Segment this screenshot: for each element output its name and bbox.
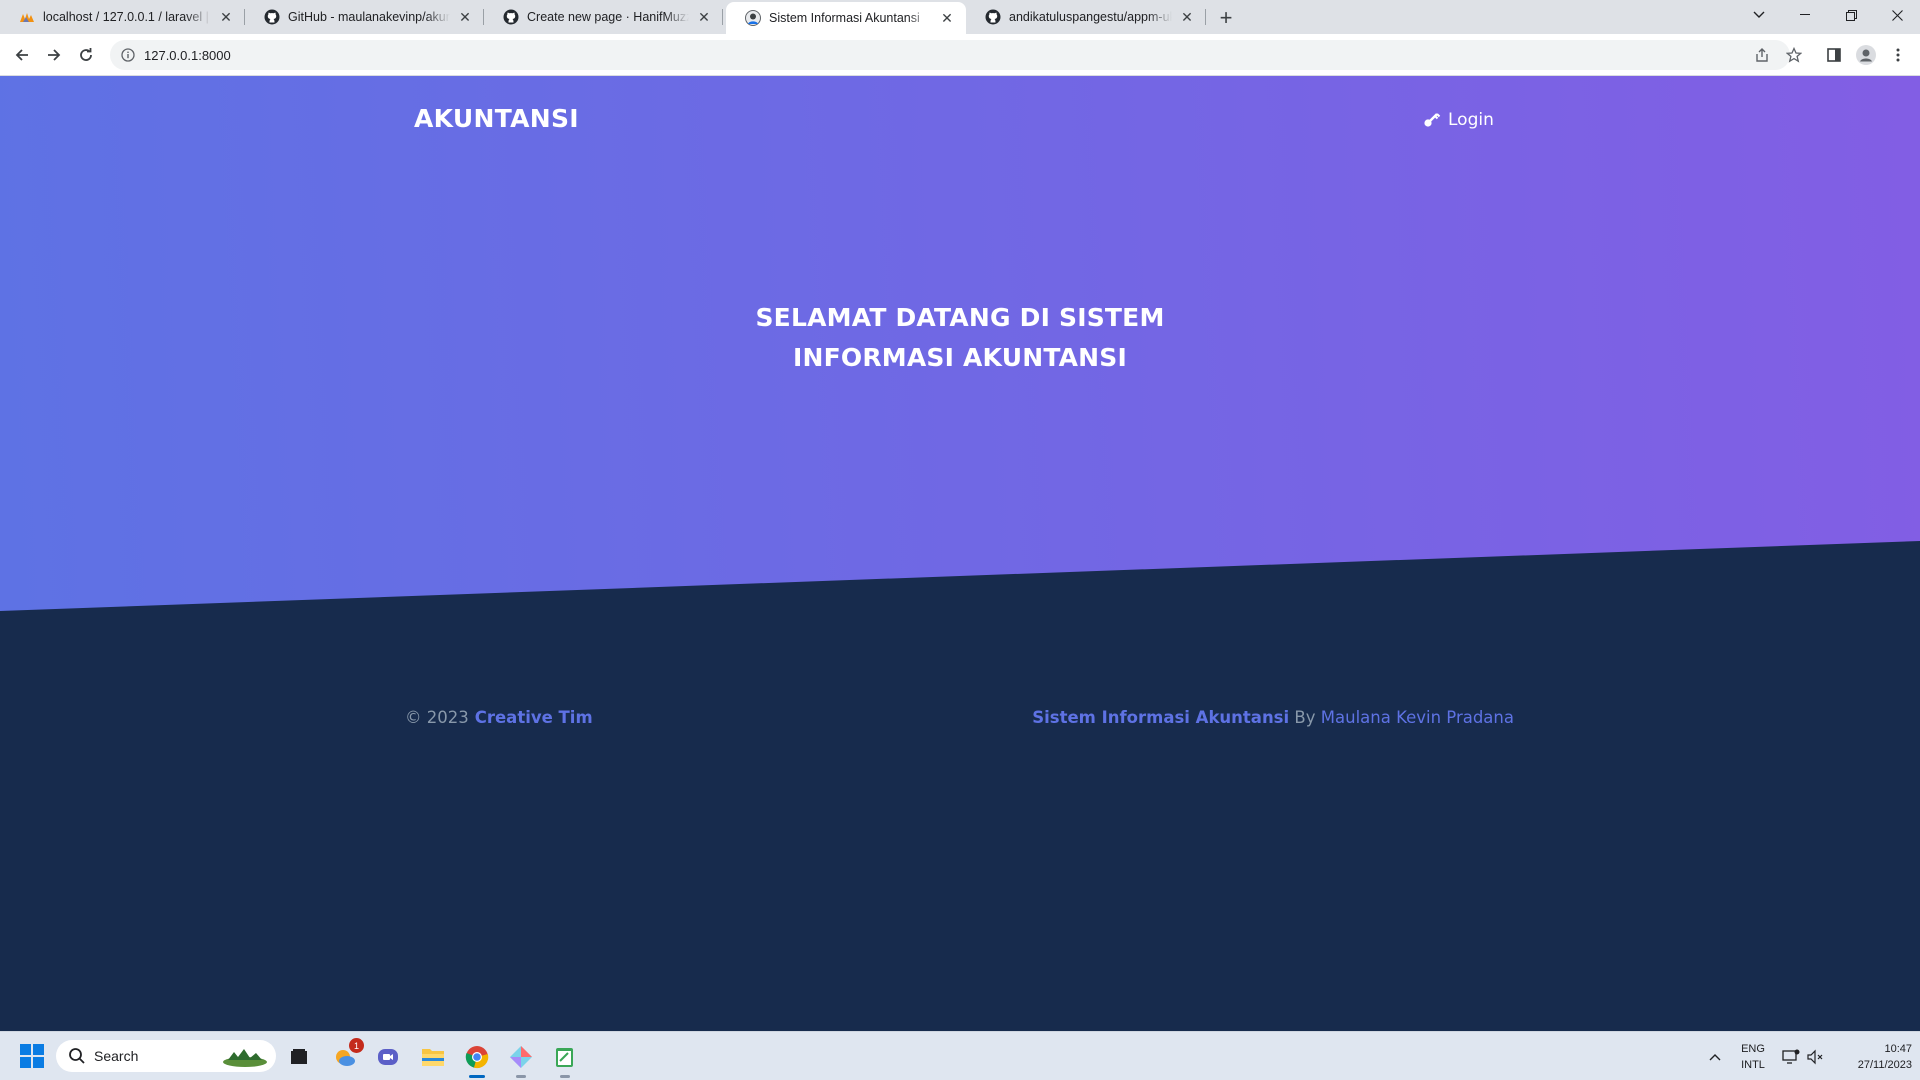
page-viewport: AKUNTANSI Login SELAMAT DATANG DI SISTEM… (0, 76, 1920, 1031)
key-icon (1422, 110, 1442, 130)
tab-title: Sistem Informasi Akuntansi (769, 11, 920, 25)
taskbar-search-box[interactable]: Search (56, 1040, 276, 1072)
copyright-text: © 2023 (405, 708, 469, 727)
search-icon (69, 1048, 85, 1064)
close-window-icon[interactable] (1874, 0, 1920, 30)
browser-menu-icon[interactable] (1886, 43, 1910, 67)
login-link[interactable]: Login (1422, 110, 1494, 130)
language-indicator[interactable]: ENG INTL (1736, 1041, 1770, 1073)
site-favicon-icon (745, 10, 761, 26)
tab-title: andikatuluspangestu/appm-ukk (1009, 10, 1172, 24)
teams-chat-icon[interactable] (373, 1042, 403, 1072)
github-icon (503, 9, 519, 25)
welcome-heading: SELAMAT DATANG DI SISTEM INFORMASI AKUNT… (660, 298, 1260, 378)
restore-icon[interactable] (1828, 0, 1874, 30)
footer-copyright: © 2023 Creative Tim (405, 708, 593, 727)
login-label: Login (1448, 110, 1494, 130)
widgets-weather-icon[interactable]: 1 (330, 1038, 364, 1072)
app-name-link[interactable]: Sistem Informasi Akuntansi (1032, 708, 1289, 727)
tab-github-create-page[interactable]: Create new page · HanifMuzzaki ✕ (484, 0, 723, 34)
by-text: By (1294, 708, 1316, 727)
author-link[interactable]: Maulana Kevin Pradana (1321, 708, 1514, 727)
volume-muted-icon[interactable] (1800, 1042, 1830, 1072)
profile-avatar-icon[interactable] (1854, 43, 1878, 67)
new-tab-button[interactable]: + (1212, 4, 1240, 32)
address-bar[interactable]: 127.0.0.1:8000 (110, 40, 1790, 70)
bookmark-star-icon[interactable] (1782, 43, 1806, 67)
site-info-icon[interactable] (118, 45, 138, 65)
tab-phpmyadmin[interactable]: localhost / 127.0.0.1 / laravel | phpMyA… (0, 0, 245, 34)
github-icon (264, 9, 280, 25)
browser-tab-strip: localhost / 127.0.0.1 / laravel | phpMyA… (0, 0, 1920, 34)
close-tab-icon[interactable]: ✕ (695, 8, 713, 26)
close-tab-icon[interactable]: ✕ (217, 8, 235, 26)
close-tab-icon[interactable]: ✕ (1178, 8, 1196, 26)
notepad-icon[interactable] (550, 1042, 580, 1078)
minimize-icon[interactable] (1782, 0, 1828, 30)
creative-tim-link[interactable]: Creative Tim (475, 708, 593, 727)
back-arrow-icon[interactable] (8, 41, 36, 69)
notification-badge: 1 (349, 1038, 364, 1053)
active-app-indicator (469, 1075, 485, 1078)
chevron-up-icon[interactable] (1700, 1042, 1730, 1072)
app-diamond-icon[interactable] (506, 1042, 536, 1078)
tab-title: Create new page · HanifMuzzaki (527, 10, 689, 24)
clock[interactable]: 10:47 27/11/2023 (1832, 1041, 1912, 1073)
welcome-line-2: INFORMASI AKUNTANSI (792, 343, 1128, 372)
file-explorer-icon[interactable] (418, 1042, 448, 1072)
close-tab-icon[interactable]: ✕ (456, 8, 474, 26)
reload-icon[interactable] (72, 41, 100, 69)
close-tab-icon[interactable]: ✕ (938, 9, 956, 27)
search-label: Search (94, 1048, 139, 1064)
github-icon (985, 9, 1001, 25)
tab-search-chevron-icon[interactable] (1736, 0, 1782, 30)
windows-start-icon[interactable] (20, 1044, 44, 1068)
welcome-line-1: SELAMAT DATANG DI SISTEM (755, 303, 1165, 332)
browser-toolbar: 127.0.0.1:8000 (0, 34, 1920, 76)
side-panel-icon[interactable] (1822, 43, 1846, 67)
footer-credits: Sistem Informasi Akuntansi By Maulana Ke… (1032, 708, 1514, 727)
phpmyadmin-icon (19, 9, 35, 25)
language-code: ENG (1741, 1043, 1765, 1055)
tab-title: localhost / 127.0.0.1 / laravel | phpMyA… (43, 10, 211, 24)
tab-github-akuntansi[interactable]: GitHub - maulanakevinp/akuntansi ✕ (245, 0, 484, 34)
share-icon[interactable] (1750, 43, 1774, 67)
running-app-indicator (516, 1075, 526, 1078)
chrome-icon[interactable] (462, 1042, 492, 1078)
task-view-icon[interactable] (284, 1042, 314, 1072)
navbar-brand[interactable]: AKUNTANSI (414, 104, 579, 133)
search-highlight-icon (223, 1049, 267, 1067)
tab-sistem-informasi-akuntansi[interactable]: Sistem Informasi Akuntansi ✕ (726, 2, 966, 34)
url-text: 127.0.0.1:8000 (144, 47, 231, 63)
clock-time: 10:47 (1884, 1043, 1912, 1055)
tab-title: GitHub - maulanakevinp/akuntansi (288, 10, 450, 24)
tab-github-appm-ukk[interactable]: andikatuluspangestu/appm-ukk ✕ (966, 0, 1206, 34)
forward-arrow-icon[interactable] (40, 41, 68, 69)
keyboard-layout: INTL (1741, 1059, 1765, 1071)
clock-date: 27/11/2023 (1857, 1059, 1912, 1071)
windows-taskbar: Search 1 ENG INTL 10:47 27/11/2023 (0, 1031, 1920, 1080)
running-app-indicator (560, 1075, 570, 1078)
